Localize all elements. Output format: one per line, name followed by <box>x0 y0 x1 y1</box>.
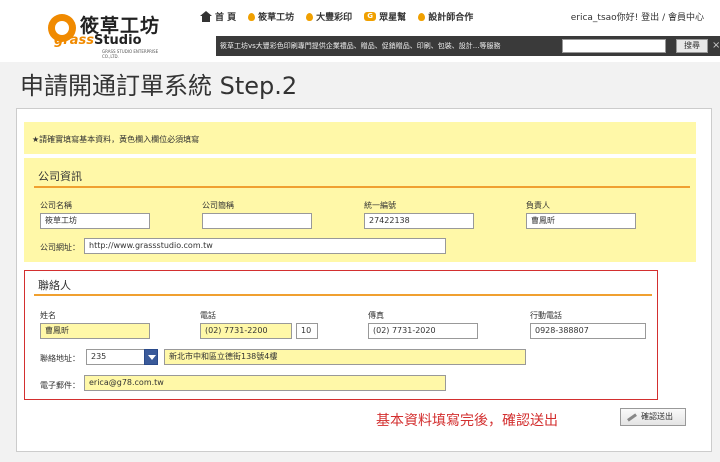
user-greeting: erica_tsao你好! <box>570 13 639 23</box>
notice-bar: ★請確實填寫基本資料，黃色欄入欄位必須填寫 <box>24 122 696 154</box>
mobile-label: 行動電話 <box>530 311 562 320</box>
phone-ext-field[interactable]: 10 <box>296 323 318 339</box>
top-nav: 首 頁 筱草工坊 大豐彩印 G 眾星幫 設計師合作 <box>200 10 473 23</box>
zip-select[interactable]: 235 <box>86 349 158 365</box>
nav-item-grass[interactable]: 筱草工坊 <box>248 10 294 23</box>
company-short-label: 公司簡稱 <box>202 201 234 210</box>
tax-id-label: 統一編號 <box>364 201 396 210</box>
nav-label: 設計師合作 <box>428 13 474 23</box>
company-name-label: 公司名稱 <box>40 201 72 210</box>
notice-text: ★請確實填寫基本資料，黃色欄入欄位必須填寫 <box>32 135 200 144</box>
logo-en-text: grassStudio <box>54 33 142 48</box>
zip-value: 235 <box>91 352 107 361</box>
drop-icon <box>306 12 314 21</box>
company-name-field[interactable]: 筱草工坊 <box>40 213 150 229</box>
website-label: 公司網址： <box>40 243 80 252</box>
fax-label: 傳真 <box>368 311 384 320</box>
page-title: 申請開通訂單系統 Step.2 <box>20 72 298 100</box>
tax-id-field[interactable]: 27422138 <box>364 213 474 229</box>
chevron-down-icon[interactable] <box>144 349 158 365</box>
contact-name-label: 姓名 <box>40 311 56 320</box>
address-field[interactable]: 新北市中和區立德街138號4樓 <box>164 349 526 365</box>
confirm-button-label: 確認送出 <box>641 412 673 421</box>
nav-item-designer[interactable]: 設計師合作 <box>418 10 473 23</box>
site-logo[interactable]: 筱草工坊 grassStudio GRASS STUDIO ENTERPRISE… <box>44 8 162 59</box>
member-center-link[interactable]: 會員中心 <box>668 13 704 23</box>
nav-label: 眾星幫 <box>379 13 407 23</box>
owner-label: 負責人 <box>526 201 550 210</box>
drop-icon <box>418 12 426 21</box>
close-icon[interactable]: × <box>712 39 720 53</box>
website-field[interactable]: http://www.grassstudio.com.tw <box>84 238 446 254</box>
contact-name-field[interactable]: 曹鳳昕 <box>40 323 150 339</box>
mobile-field[interactable]: 0928-388807 <box>530 323 646 339</box>
search-input[interactable] <box>562 39 666 53</box>
phone-label: 電話 <box>200 311 216 320</box>
contact-section-title: 聯絡人 <box>38 279 71 292</box>
logout-link[interactable]: 登出 <box>641 13 659 23</box>
nav-item-stars[interactable]: G 眾星幫 <box>364 10 406 23</box>
pencil-icon <box>626 412 638 422</box>
confirm-hint: 基本資料填寫完後，確認送出 <box>376 413 558 429</box>
nav-label: 首 頁 <box>215 13 237 23</box>
contact-divider <box>34 294 652 296</box>
address-label: 聯絡地址： <box>40 354 80 363</box>
company-section-title: 公司資訊 <box>38 170 82 183</box>
nav-label: 筱草工坊 <box>258 13 295 23</box>
search-button[interactable]: 搜尋 <box>676 39 708 53</box>
confirm-submit-button[interactable]: 確認送出 <box>620 408 686 426</box>
company-divider <box>34 186 690 188</box>
phone-field[interactable]: (02) 7731-2200 <box>200 323 292 339</box>
logo-subtitle: GRASS STUDIO ENTERPRISE CO.,LTD. <box>102 49 159 59</box>
nav-item-dafeng[interactable]: 大豐彩印 <box>306 10 352 23</box>
email-label: 電子郵件： <box>40 381 80 390</box>
company-short-field[interactable] <box>202 213 312 229</box>
drop-icon <box>248 12 256 21</box>
owner-field[interactable]: 曹鳳昕 <box>526 213 636 229</box>
search-bar: 筱草工坊vs大豐彩色印刷專門提供企業禮品、贈品、促銷贈品、印刷、包裝、設計...… <box>216 36 720 56</box>
user-bar: erica_tsao你好! 登出 / 會員中心 <box>570 13 704 23</box>
nav-label: 大豐彩印 <box>316 13 353 23</box>
email-field[interactable]: erica@g78.com.tw <box>84 375 446 391</box>
site-header: 筱草工坊 grassStudio GRASS STUDIO ENTERPRISE… <box>0 0 720 62</box>
fax-field[interactable]: (02) 7731-2020 <box>368 323 478 339</box>
g-icon: G <box>364 12 377 21</box>
nav-item-home[interactable]: 首 頁 <box>200 10 236 23</box>
home-icon <box>200 11 212 22</box>
tagline: 筱草工坊vs大豐彩色印刷專門提供企業禮品、贈品、促銷贈品、印刷、包裝、設計...… <box>220 42 501 50</box>
